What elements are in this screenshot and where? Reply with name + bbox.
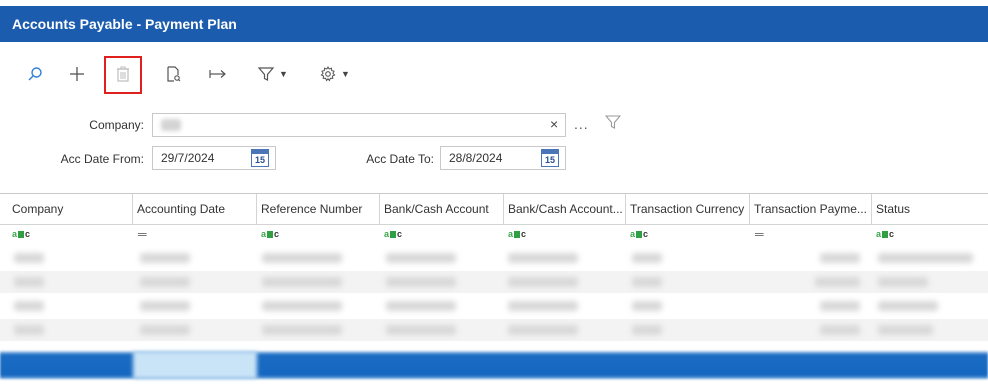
search-icon [28,67,42,81]
data-grid: Company Accounting Date Reference Number… [0,193,988,388]
company-label: Company: [89,118,144,132]
grid-filter-row: ac ═ ac ac ac ac ═ ac [0,225,988,245]
column-header-transaction-currency[interactable]: Transaction Currency [626,194,750,224]
filter-contains-icon[interactable]: ac [876,229,894,239]
filter-equals-icon[interactable]: ═ [138,227,147,241]
arrow-right-icon [209,70,226,78]
company-value [161,119,181,131]
table-row[interactable] [0,271,988,293]
chevron-down-icon: ▼ [341,69,350,79]
column-header-company[interactable]: Company [8,194,133,224]
acc-date-from-label: Acc Date From: [60,152,144,166]
company-field[interactable] [152,113,566,137]
calendar-icon[interactable]: 15 [251,149,269,167]
filter-icon [258,67,275,81]
column-header-accounting-date[interactable]: Accounting Date [133,194,257,224]
filter-contains-icon[interactable]: ac [384,229,402,239]
document-search-button[interactable] [160,56,186,92]
calendar-icon[interactable]: 15 [541,149,559,167]
column-header-bank-cash-account[interactable]: Bank/Cash Account [380,194,504,224]
filter-contains-icon[interactable]: ac [508,229,526,239]
filter-contains-icon[interactable]: ac [630,229,648,239]
delete-icon [117,66,129,82]
selected-cell[interactable] [133,351,257,379]
search-button[interactable] [22,56,48,92]
clear-icon[interactable]: × [550,116,558,132]
delete-button[interactable] [108,56,138,92]
add-button[interactable] [64,56,90,92]
filter-equals-icon[interactable]: ═ [755,227,764,241]
table-row[interactable] [0,247,988,269]
filter-icon[interactable] [605,114,621,130]
grid-header-row: Company Accounting Date Reference Number… [0,194,988,225]
table-row[interactable] [0,319,988,341]
acc-date-from-value: 29/7/2024 [161,151,215,165]
filter-contains-icon[interactable]: ac [261,229,279,239]
filter-dropdown-button[interactable]: ▼ [252,56,294,92]
column-header-reference-number[interactable]: Reference Number [257,194,380,224]
column-header-bank-cash-account-2[interactable]: Bank/Cash Account... [504,194,626,224]
move-to-button[interactable] [205,56,231,92]
plus-icon [70,67,84,81]
table-row[interactable] [0,295,988,317]
gear-icon [320,66,336,82]
more-options-button[interactable]: ... [574,116,589,132]
filter-contains-icon[interactable]: ac [12,229,30,239]
chevron-down-icon: ▼ [279,69,288,79]
window-title: Accounts Payable - Payment Plan [12,16,237,32]
column-header-transaction-payment[interactable]: Transaction Payme... [750,194,872,224]
settings-dropdown-button[interactable]: ▼ [314,56,356,92]
column-header-status[interactable]: Status [872,194,988,224]
document-search-icon [167,66,181,82]
toolbar: ▼ ▼ [0,56,988,92]
acc-date-to-value: 28/8/2024 [449,151,503,165]
acc-date-to-label: Acc Date To: [366,152,434,166]
window-title-bar: Accounts Payable - Payment Plan [0,6,988,42]
